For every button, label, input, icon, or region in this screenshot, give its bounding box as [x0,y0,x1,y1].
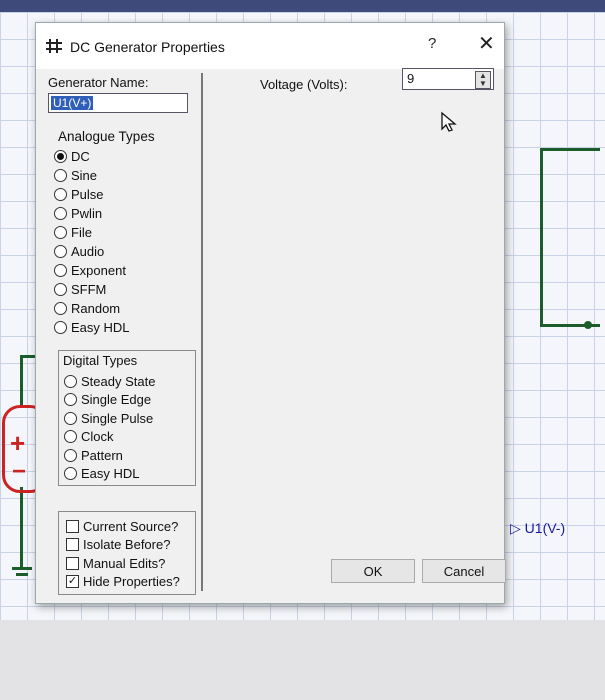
digital-option-label: Single Edge [81,392,152,407]
digital-option-clock[interactable]: Clock [64,428,114,446]
analogue-option-exponent[interactable]: Exponent [54,261,126,279]
checkbox-label: Manual Edits? [83,555,166,571]
analogue-option-audio[interactable]: Audio [54,242,104,260]
radio-button[interactable] [64,393,77,406]
digital-option-single-pulse[interactable]: Single Pulse [64,409,153,427]
checkbox-label: Current Source? [83,518,179,534]
radio-button[interactable] [54,149,67,163]
help-button[interactable]: ? [428,35,436,52]
voltage-spinner[interactable]: ▲ ▼ [475,71,491,89]
generator-name-value: U1(V+) [51,96,94,110]
analogue-option-pwlin[interactable]: Pwlin [54,204,102,222]
battery-plus-sign: + [10,428,26,458]
radio-button[interactable] [54,206,67,220]
dialog-titlebar[interactable]: DC Generator Properties ? ✕ [36,23,504,69]
radio-button[interactable] [54,244,67,258]
checkbox-current-source[interactable]: Current Source? [66,517,178,535]
radio-button[interactable] [64,430,77,443]
radio-button[interactable] [54,282,67,296]
battery-minus-sign: − [12,458,27,485]
checkbox-hide-properties[interactable]: ✓ Hide Properties? [66,573,180,591]
digital-option-single-edge[interactable]: Single Edge [64,391,151,409]
ok-button[interactable]: OK [331,559,415,583]
mouse-cursor-icon [441,111,457,132]
analogue-option-label: Random [71,300,121,316]
analogue-option-label: Easy HDL [71,319,130,335]
analogue-option-label: Exponent [71,262,126,278]
digital-option-pattern[interactable]: Pattern [64,446,123,464]
digital-option-label: Clock [81,429,114,444]
voltage-probe[interactable]: ▷ U1(V-) [510,520,565,537]
checkbox-label: Isolate Before? [83,537,171,552]
analogue-option-label: Sine [71,167,98,183]
analogue-option-label: DC [71,148,90,164]
checkbox-label: Hide Properties? [83,574,180,589]
radio-button[interactable] [54,225,67,239]
wire-left-top [20,355,23,405]
analogue-option-sine[interactable]: Sine [54,166,97,184]
digital-option-easy-hdl[interactable]: Easy HDL [64,465,140,483]
analogue-option-label: Audio [71,243,105,259]
voltage-label: Voltage (Volts): [260,77,348,92]
probe-arrow-icon: ▷ [510,520,521,536]
wire-left-bottom [20,487,23,567]
radio-button[interactable] [54,320,67,334]
digital-option-label: Steady State [81,373,156,389]
ground-symbol [12,567,32,570]
analogue-option-file[interactable]: File [54,223,92,241]
panel-divider [201,73,203,591]
radio-button[interactable] [54,187,67,201]
voltage-input[interactable]: 9 ▲ ▼ [402,68,494,90]
close-button[interactable]: ✕ [478,31,495,56]
digital-option-steady-state[interactable]: Steady State [64,372,155,390]
analogue-types-heading: Analogue Types [58,129,155,144]
voltage-value: 9 [407,71,415,86]
digital-option-label: Pattern [81,447,123,463]
dialog-title: DC Generator Properties [70,39,225,55]
radio-button[interactable] [64,467,77,480]
analogue-option-easy-hdl[interactable]: Easy HDL [54,318,130,336]
radio-button[interactable] [64,411,77,425]
radio-button[interactable] [64,374,77,388]
checkbox-manual-edits[interactable]: Manual Edits? [66,554,165,572]
analogue-option-pulse[interactable]: Pulse [54,185,104,203]
analogue-option-sffm[interactable]: SFFM [54,280,106,298]
radio-button[interactable] [54,263,67,277]
generator-name-label: Generator Name: [48,75,149,90]
digital-option-label: Single Pulse [81,410,154,426]
radio-button[interactable] [54,168,67,182]
analogue-option-label: File [71,224,92,240]
wire-right-vertical [540,148,543,326]
checkbox-box[interactable] [66,556,79,570]
radio-button[interactable] [64,448,77,462]
analogue-option-label: Pwlin [71,205,103,221]
checkbox-isolate-before[interactable]: Isolate Before? [66,536,170,554]
digital-option-label: Easy HDL [81,466,140,481]
wire-junction-dot [584,321,592,329]
generator-name-input[interactable]: U1(V+) [48,93,188,113]
monitor-bezel-bottom [0,620,605,700]
wire-right-top [540,148,600,151]
analogue-option-label: SFFM [71,281,107,297]
analogue-option-label: Pulse [71,186,104,202]
generator-app-icon [46,39,62,53]
analogue-option-dc[interactable]: DC [54,147,90,165]
checkbox-box[interactable] [66,538,79,551]
analogue-option-random[interactable]: Random [54,299,120,317]
dc-generator-dialog: DC Generator Properties ? ✕ Generator Na… [35,22,506,604]
digital-types-heading: Digital Types [63,353,138,368]
cancel-button[interactable]: Cancel [422,559,506,583]
probe-label: U1(V-) [524,520,566,536]
checkbox-box[interactable] [66,519,79,533]
radio-button[interactable] [54,301,67,315]
checkbox-box[interactable]: ✓ [66,575,79,588]
ground-symbol-2 [16,573,28,576]
